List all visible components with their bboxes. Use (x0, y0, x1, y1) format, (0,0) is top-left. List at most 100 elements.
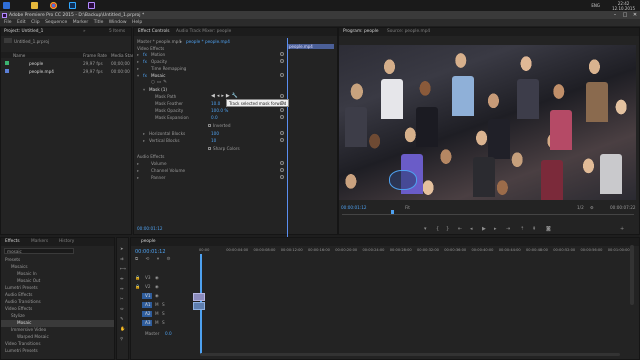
tab-project-items[interactable]: 5 Items (109, 29, 125, 34)
audio-clip[interactable] (193, 302, 205, 310)
track-a1[interactable]: A1 (145, 302, 151, 307)
add-button-icon[interactable]: + (620, 226, 624, 232)
track-v1[interactable]: V1 (145, 293, 151, 298)
effect-channel-volume[interactable]: Channel Volume (151, 168, 185, 173)
tree-immersive-video[interactable]: Immersive Video (11, 327, 46, 332)
track-a3[interactable]: A3 (145, 320, 151, 325)
reset-icon[interactable] (280, 94, 284, 98)
menu-window[interactable]: Window (109, 19, 127, 26)
mute-button[interactable]: M (155, 311, 159, 316)
reset-icon[interactable] (280, 175, 284, 179)
timeline-timecode[interactable]: 00:00:01:12 (135, 249, 166, 255)
solo-button[interactable]: S (162, 302, 165, 307)
settings-icon[interactable]: ⚙ (590, 205, 594, 210)
tab-program[interactable]: Program: people (343, 29, 379, 34)
rolling-edit-tool-icon[interactable]: ⇹ (120, 276, 124, 281)
tree-mosaic[interactable]: Mosaic (17, 320, 31, 325)
reset-icon[interactable] (280, 161, 284, 165)
tab-project[interactable]: Project: Untitled_1 (4, 29, 43, 34)
effect-opacity[interactable]: Opacity (151, 59, 167, 64)
collapse-triangle-icon[interactable]: ▾ (137, 73, 139, 78)
reset-icon[interactable] (280, 73, 284, 77)
project-item[interactable]: people 29,97 fps 00;00;00 (1, 60, 131, 67)
reset-icon[interactable] (280, 108, 284, 112)
track-select-tool-icon[interactable]: ⇉ (120, 256, 124, 261)
track-a2[interactable]: A2 (145, 311, 151, 316)
go-to-out-icon[interactable]: ⇥ (506, 226, 510, 232)
tab-audio-track-mixer[interactable]: Audio Track Mixer: people (176, 29, 231, 34)
eye-icon[interactable]: ◉ (155, 284, 159, 289)
tab-markers[interactable]: Markers (31, 239, 48, 244)
effect-volume[interactable]: Volume (151, 161, 167, 166)
program-playhead[interactable] (391, 210, 394, 214)
menu-file[interactable]: File (4, 19, 12, 26)
chrome-icon[interactable] (50, 2, 57, 9)
eye-icon[interactable]: ◉ (155, 275, 159, 280)
tree-video-transitions[interactable]: Video Transitions (5, 341, 41, 346)
mask-shape-tools[interactable]: ○▭✎ (151, 80, 171, 85)
go-to-in-icon[interactable]: ⇤ (458, 226, 462, 232)
tab-source[interactable]: Source: people.mp4 (387, 29, 430, 34)
timeline-ruler[interactable]: 00:00 00:00:04:00 00:00:08:00 00:00:12:00 00… (199, 248, 635, 256)
menu-title[interactable]: Title (94, 19, 104, 26)
solo-button[interactable]: S (162, 311, 165, 316)
rate-stretch-tool-icon[interactable]: ↔ (120, 286, 124, 291)
tree-mosaic-out[interactable]: Mosaic Out (17, 278, 40, 283)
collapse-triangle-icon[interactable]: ▾ (143, 87, 145, 92)
master-clip-label[interactable]: Master * people.mp4 (137, 39, 181, 44)
expand-triangle-icon[interactable]: ▸ (143, 131, 145, 136)
program-timecode-left[interactable]: 00:00:01:12 (341, 205, 367, 210)
tree-audio-effects[interactable]: Audio Effects (5, 292, 32, 297)
tab-effects[interactable]: Effects (5, 239, 20, 244)
effect-panner[interactable]: Panner (151, 175, 166, 180)
column-media-start[interactable]: Media Start (111, 53, 135, 58)
reset-icon[interactable] (280, 131, 284, 135)
column-frame-rate[interactable]: Frame Rate (83, 53, 107, 58)
menu-edit[interactable]: Edit (17, 19, 26, 26)
eye-icon[interactable]: ◉ (155, 293, 159, 298)
mask-opacity-value[interactable]: 100.0 % (211, 108, 228, 113)
hand-tool-icon[interactable]: ✋ (120, 326, 125, 332)
slip-tool-icon[interactable]: ⇔ (120, 306, 124, 311)
track-v2[interactable]: V2 (145, 284, 151, 289)
selection-tool-icon[interactable]: ➤ (120, 246, 124, 251)
menu-marker[interactable]: Marker (73, 19, 89, 26)
tree-video-effects[interactable]: Video Effects (5, 306, 32, 311)
lock-icon[interactable]: 🔒 (135, 284, 140, 290)
file-explorer-icon[interactable] (31, 2, 38, 9)
clock[interactable]: 22:42 12.10.2015 (612, 1, 635, 11)
language-indicator[interactable]: ENG (591, 3, 600, 8)
master-track-value[interactable]: 0.0 (165, 331, 172, 336)
mark-out-icon[interactable]: } (446, 226, 449, 232)
vertical-blocks-value[interactable]: 10 (211, 138, 216, 143)
timeline-vertical-scrollbar[interactable] (630, 245, 634, 305)
inverted-checkbox[interactable] (208, 124, 211, 127)
effect-time-remapping[interactable]: Time Remapping (151, 66, 186, 71)
program-fit-dropdown[interactable]: Fit (405, 205, 410, 210)
premiere-icon[interactable] (88, 2, 95, 9)
expand-triangle-icon[interactable]: ▸ (137, 175, 139, 180)
lift-icon[interactable]: ⇡ (520, 226, 524, 232)
tab-sequence[interactable]: people (141, 239, 156, 244)
mask-1-label[interactable]: Mask (1) (149, 87, 167, 92)
play-icon[interactable]: ▶ (482, 226, 486, 232)
reset-icon[interactable] (280, 101, 284, 105)
reset-icon[interactable] (280, 115, 284, 119)
expand-triangle-icon[interactable]: ▸ (137, 161, 139, 166)
tree-warped-mosaic[interactable]: Warped Mosaic (17, 334, 49, 339)
windows-logo-icon[interactable] (3, 2, 10, 9)
tree-presets[interactable]: Presets (5, 257, 20, 262)
menu-clip[interactable]: Clip (31, 19, 40, 26)
minimize-button[interactable]: – (610, 11, 620, 19)
program-quality-dropdown[interactable]: 1/2 (577, 205, 584, 210)
mute-button[interactable]: M (155, 302, 159, 307)
fx-badge-motion[interactable]: fx (143, 52, 147, 57)
fx-badge-opacity[interactable]: fx (143, 59, 147, 64)
tree-audio-transitions[interactable]: Audio Transitions (5, 299, 41, 304)
sharp-colors-checkbox[interactable] (208, 147, 211, 150)
timeline-horizontal-scrollbar[interactable] (200, 353, 620, 356)
effects-search-input[interactable]: mosaic (4, 248, 74, 254)
pen-tool-icon[interactable]: ✎ (120, 316, 124, 321)
tab-history[interactable]: History (59, 239, 74, 244)
tab-effect-controls[interactable]: Effect Controls (138, 29, 170, 34)
